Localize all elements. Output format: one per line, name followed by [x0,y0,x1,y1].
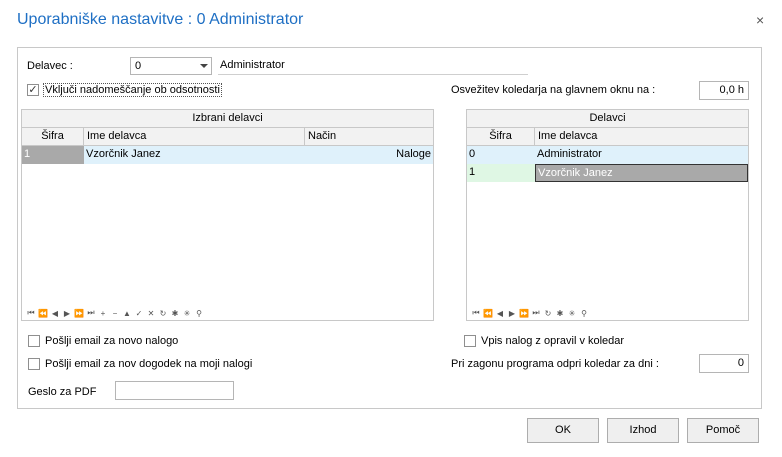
write-task-label: Vpis nalog z opravil v koledar [481,335,625,347]
filter-icon[interactable]: ⚲ [578,309,590,318]
table-row-name[interactable]: Administrator [535,146,748,164]
prev-page-icon[interactable]: ⏪ [482,309,494,318]
next-record-icon[interactable]: ▶ [61,309,73,318]
email-new-event-label: Pošlji email za nov dogodek na moji nalo… [45,358,253,370]
goto-bookmark-icon[interactable]: ✳ [181,309,193,318]
selected-workers-grid: Izbrani delavci Šifra Ime delavca Način … [21,109,434,321]
table-row-code[interactable]: 1 [22,146,84,164]
bookmark-icon[interactable]: ✱ [554,309,566,318]
grid-title: Izbrani delavci [22,110,433,128]
goto-bookmark-icon[interactable]: ✳ [566,309,578,318]
first-record-icon[interactable]: ⏮ [470,308,482,318]
worker-combo-value: 0 [135,60,142,72]
ok-button[interactable]: OK [527,418,599,443]
worker-name-field: Administrator [218,57,528,75]
delete-icon[interactable]: − [109,309,121,318]
chevron-down-icon[interactable] [200,64,208,68]
grid-title: Delavci [467,110,748,128]
last-record-icon[interactable]: ⏭ [85,308,97,318]
column-header-mode[interactable]: Način [305,128,433,146]
next-page-icon[interactable]: ⏩ [73,309,85,318]
table-row-code[interactable]: 1 [467,164,535,182]
substitution-checkbox-label[interactable]: Vključi nadomeščanje ob odsotnosti [43,83,222,97]
pdf-password-input[interactable] [115,381,234,400]
write-task-checkbox[interactable] [464,335,476,347]
email-new-task-label: Pošlji email za novo nalogo [45,335,179,347]
grid-navigator-left: ⏮ ⏪ ◀ ▶ ⏩ ⏭ + − ▲ ✓ ✕ ↻ ✱ ✳ ⚲ [25,306,205,320]
dialog-title: Uporabniške nastavitve : 0 Administrator [17,11,304,28]
table-row-mode[interactable]: Naloge [305,146,433,164]
filter-icon[interactable]: ⚲ [193,309,205,318]
column-header-name[interactable]: Ime delavca [84,128,305,146]
last-record-icon[interactable]: ⏭ [530,308,542,318]
close-icon[interactable]: × [756,12,764,28]
worker-combo[interactable]: 0 [130,57,212,75]
cancel-icon[interactable]: ✕ [145,309,157,318]
refresh-interval-input[interactable]: 0,0 h [699,81,749,100]
email-new-task-checkbox[interactable] [28,335,40,347]
column-header-code[interactable]: Šifra [467,128,535,146]
table-row-name[interactable]: Vzorčnik Janez [84,146,305,164]
open-calendar-days-input[interactable]: 0 [699,354,749,373]
column-header-code[interactable]: Šifra [22,128,84,146]
prev-record-icon[interactable]: ◀ [494,309,506,318]
substitution-checkbox[interactable]: ✓ [27,84,39,96]
post-icon[interactable]: ✓ [133,309,145,318]
refresh-icon[interactable]: ↻ [542,309,554,318]
bookmark-icon[interactable]: ✱ [169,309,181,318]
worker-label: Delavec : [27,60,73,72]
grid-navigator-right: ⏮ ⏪ ◀ ▶ ⏩ ⏭ ↻ ✱ ✳ ⚲ [470,306,590,320]
email-new-event-checkbox[interactable] [28,358,40,370]
prev-record-icon[interactable]: ◀ [49,309,61,318]
exit-button[interactable]: Izhod [607,418,679,443]
edit-icon[interactable]: ▲ [121,309,133,318]
next-page-icon[interactable]: ⏩ [518,309,530,318]
help-button[interactable]: Pomoč [687,418,759,443]
workers-grid: Delavci Šifra Ime delavca 0 Administrato… [466,109,749,321]
next-record-icon[interactable]: ▶ [506,309,518,318]
pdf-password-label: Geslo za PDF [28,386,97,398]
prev-page-icon[interactable]: ⏪ [37,309,49,318]
column-header-name[interactable]: Ime delavca [535,128,748,146]
refresh-icon[interactable]: ↻ [157,309,169,318]
table-row-name[interactable]: Vzorčnik Janez [535,164,748,182]
add-icon[interactable]: + [97,309,109,318]
first-record-icon[interactable]: ⏮ [25,308,37,318]
table-row-code[interactable]: 0 [467,146,535,164]
open-calendar-label: Pri zagonu programa odpri koledar za dni… [451,358,659,370]
refresh-label: Osvežitev koledarja na glavnem oknu na : [451,84,656,96]
